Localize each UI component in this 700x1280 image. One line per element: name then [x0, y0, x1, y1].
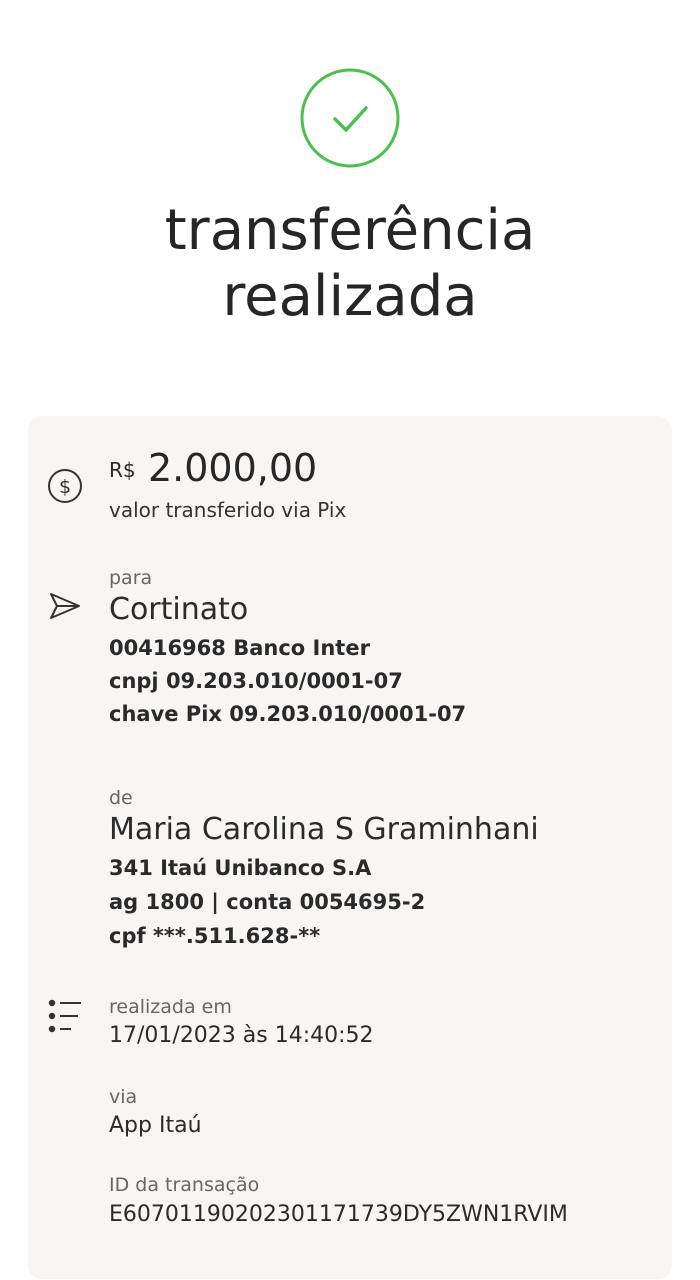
amount-description: valor transferido via Pix	[109, 498, 347, 522]
svg-text:$: $	[59, 476, 71, 498]
sender-label: de	[109, 787, 133, 809]
sender-account: ag 1800 | conta 0054695-2	[109, 890, 426, 914]
title-line-1: transferência	[164, 198, 536, 263]
sender-bank: 341 Itaú Unibanco S.A	[109, 856, 372, 880]
date-label: realizada em	[109, 996, 232, 1018]
recipient-bank: 00416968 Banco Inter	[109, 636, 370, 660]
date-value: 17/01/2023 às 14:40:52	[109, 1023, 374, 1048]
page-title: transferência realizada	[0, 198, 700, 330]
transaction-id-label: ID da transação	[109, 1174, 260, 1196]
recipient-name: Cortinato	[109, 592, 249, 627]
sender-cpf: cpf ***.511.628-**	[109, 924, 321, 948]
recipient-cnpj: cnpj 09.203.010/0001-07	[109, 669, 403, 693]
transfer-details-card: $ R$ 2.000,00 valor transferido via Pix …	[28, 416, 672, 1279]
via-value: App Itaú	[109, 1113, 202, 1138]
check-circle-icon	[300, 68, 400, 168]
dollar-circle-icon: $	[48, 469, 82, 503]
via-label: via	[109, 1086, 138, 1108]
title-line-2: realizada	[222, 264, 478, 329]
recipient-label: para	[109, 567, 153, 589]
send-icon	[50, 593, 80, 619]
transaction-id-value: E60701190202301171739DY5ZWN1RVIM	[109, 1202, 568, 1227]
list-icon	[48, 999, 81, 1033]
sender-name: Maria Carolina S Graminhani	[109, 812, 539, 847]
recipient-pix-key: chave Pix 09.203.010/0001-07	[109, 702, 467, 726]
amount-currency: R$	[109, 458, 136, 482]
amount-value: 2.000,00	[148, 446, 318, 490]
